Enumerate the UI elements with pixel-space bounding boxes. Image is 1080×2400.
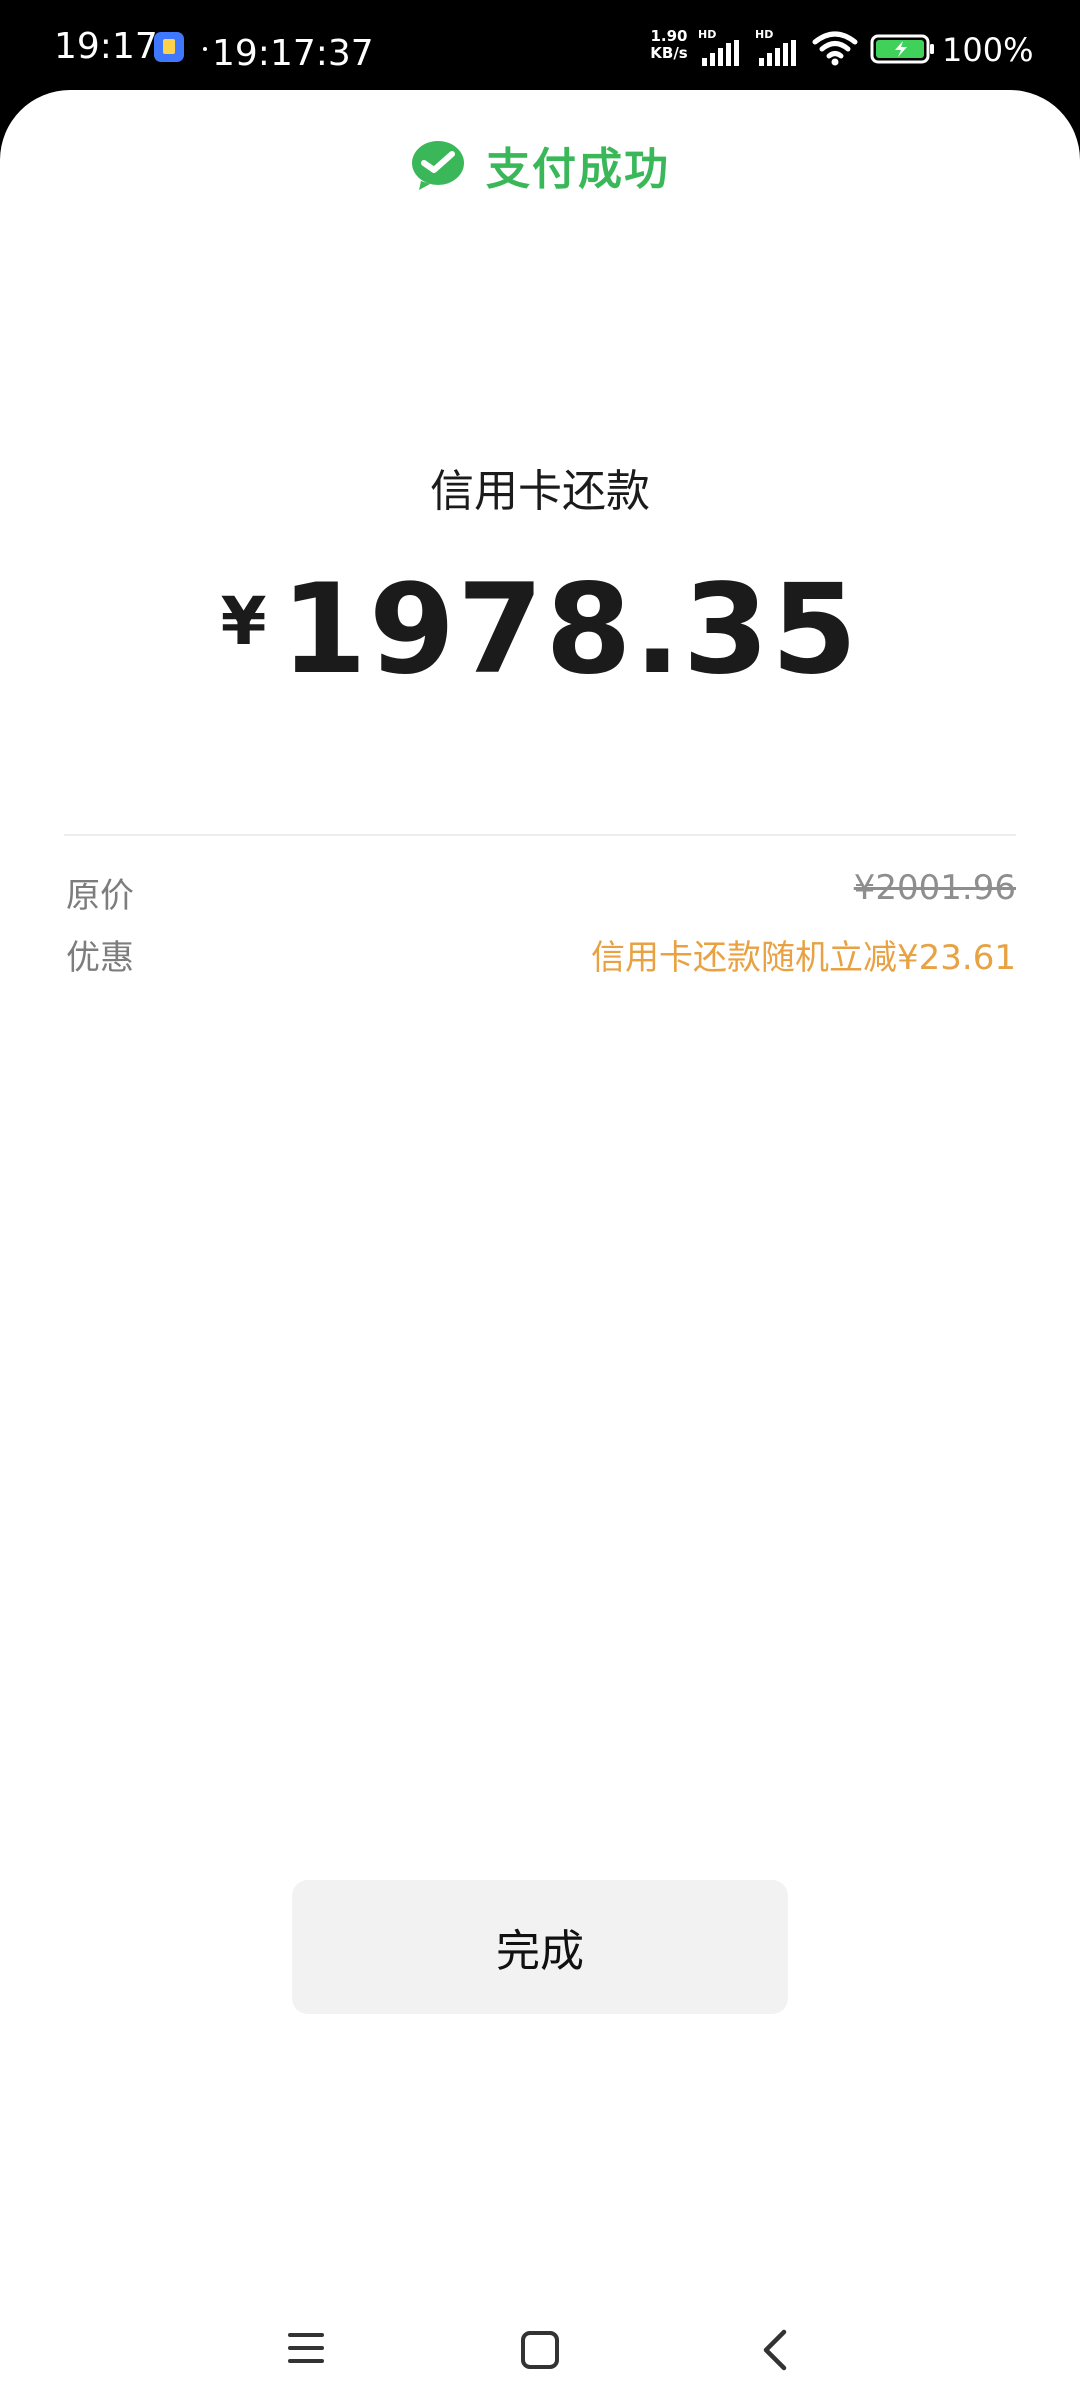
network-speed-unit: KB/s: [650, 44, 688, 62]
original-price-row: 原价 ¥2001.96: [66, 868, 1016, 920]
signal-bars-icon: [759, 40, 796, 66]
notification-dot: [203, 47, 207, 51]
network-speed: 1.90 KB/s: [644, 28, 694, 62]
payment-amount: ¥1978.35: [0, 555, 1080, 705]
currency-symbol: ¥: [220, 583, 267, 660]
signal-bars-icon: [702, 40, 739, 66]
battery-icon: [870, 34, 934, 64]
menu-icon[interactable]: [286, 2330, 326, 2366]
amount-value: 1978.35: [280, 558, 860, 702]
wifi-icon: [812, 31, 858, 66]
discount-value: 信用卡还款随机立减¥23.61: [591, 938, 1016, 978]
payment-title: 信用卡还款: [430, 466, 650, 517]
cellular-signal-2: HD: [755, 28, 805, 68]
status-bar: 19:17 19:17:37 1.90 KB/s HD HD 100%: [0, 0, 1080, 90]
discount-row: 优惠 信用卡还款随机立减¥23.61: [66, 930, 1016, 982]
back-icon[interactable]: [760, 2328, 790, 2372]
discount-label: 优惠: [66, 938, 134, 978]
payment-success-title: 支付成功: [486, 144, 670, 195]
done-button[interactable]: 完成: [292, 1880, 788, 2014]
cellular-signal-1: HD: [698, 28, 748, 68]
network-speed-value: 1.90: [650, 27, 688, 45]
battery-percent: 100%: [942, 31, 1034, 69]
payment-header: 支付成功: [0, 132, 1080, 198]
home-icon[interactable]: [520, 2330, 560, 2370]
payment-result-sheet: 支付成功 信用卡还款 ¥1978.35 原价 ¥2001.96 优惠 信用卡还款…: [0, 90, 1080, 2400]
divider: [64, 834, 1016, 836]
status-clock: 19:17:37: [212, 33, 374, 74]
wechat-pay-icon: [412, 141, 464, 190]
notes-app-icon: [154, 32, 184, 62]
status-time: 19:17: [54, 26, 158, 67]
navigation-bar: [0, 2300, 1080, 2400]
original-price-label: 原价: [66, 876, 134, 916]
original-price-value: ¥2001.96: [853, 868, 1016, 908]
